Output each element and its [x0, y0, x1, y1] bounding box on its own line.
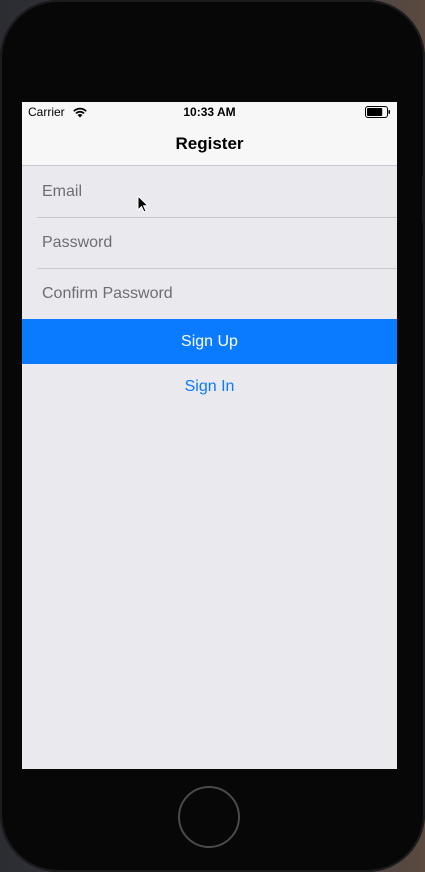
email-field-row [22, 166, 397, 217]
battery-icon [365, 106, 390, 118]
email-field[interactable] [42, 166, 382, 217]
page-title: Register [175, 134, 244, 153]
sign-in-button[interactable]: Sign In [22, 374, 397, 400]
sign-up-button[interactable]: Sign Up [22, 319, 397, 364]
status-time: 10:33 AM [183, 105, 236, 119]
confirm-password-field[interactable] [42, 268, 382, 319]
register-form [22, 166, 397, 319]
phone-frame: Carrier 10:33 AM Register Email Sign Up … [0, 0, 425, 872]
app-screen: Carrier 10:33 AM Register Email Sign Up … [22, 102, 397, 769]
password-field[interactable] [42, 217, 382, 268]
home-button[interactable] [178, 786, 240, 848]
navigation-bar: Register [22, 122, 397, 166]
mouse-cursor-icon [137, 195, 149, 213]
status-bar: Carrier 10:33 AM [22, 102, 397, 122]
password-field-row [22, 217, 397, 268]
confirm-password-field-row [22, 268, 397, 319]
